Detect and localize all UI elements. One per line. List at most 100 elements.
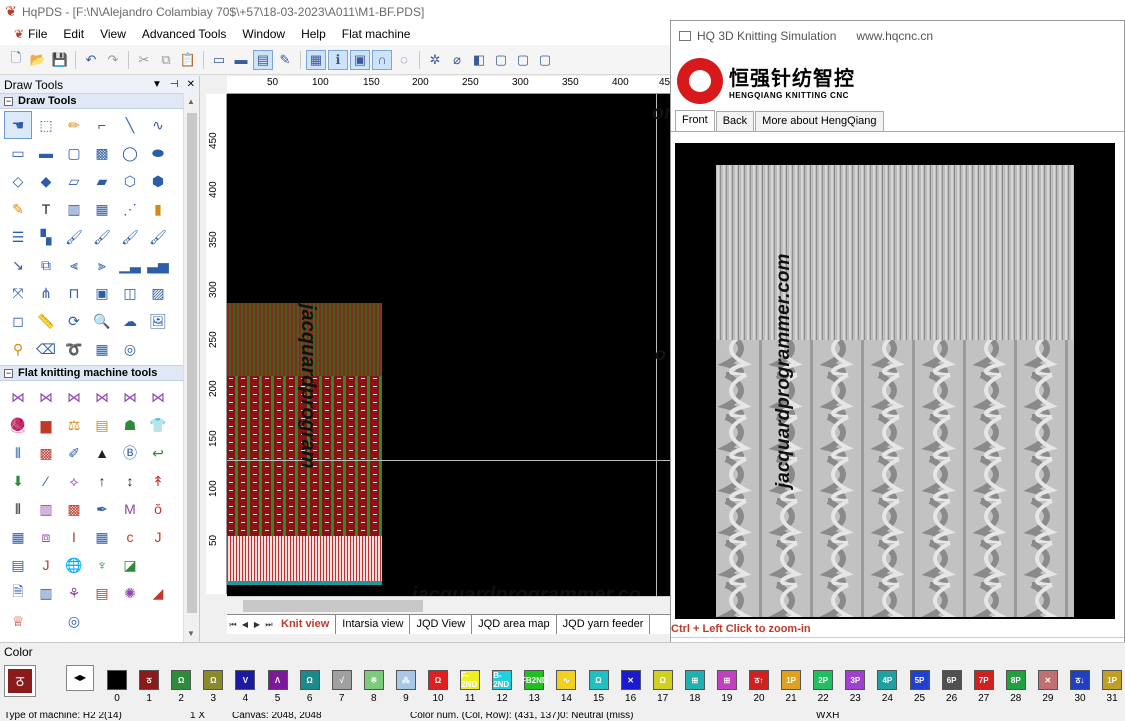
tab-back[interactable]: Back [715, 111, 755, 131]
color-exchange-icon[interactable]: ◪ [116, 551, 144, 579]
pin-tool-icon[interactable]: ŏ [144, 495, 172, 523]
brush-a-icon[interactable]: 🖌 [60, 223, 88, 251]
open-folder-icon[interactable]: 📂 [28, 50, 48, 70]
tab-intarsia-view[interactable]: Intarsia view [336, 615, 411, 634]
align-left-icon[interactable]: ⫷ [60, 251, 88, 279]
blocks-icon[interactable]: ▚ [32, 223, 60, 251]
window-icon-1[interactable]: ▢ [491, 50, 511, 70]
pen-icon[interactable]: ✏ [60, 111, 88, 139]
columns-icon[interactable]: ▥ [60, 195, 88, 223]
tab-jqd-area-map[interactable]: JQD area map [472, 615, 557, 634]
spiral-icon[interactable]: ◎ [116, 335, 144, 363]
filled-rounded-rect-icon[interactable]: ▩ [88, 139, 116, 167]
diamond-icon[interactable]: ◇ [4, 167, 32, 195]
parallelogram-icon[interactable]: ▱ [60, 167, 88, 195]
blank2-icon[interactable] [32, 607, 60, 635]
filled-ellipse-icon[interactable]: ⬬ [144, 139, 172, 167]
menu-view[interactable]: View [92, 27, 134, 41]
color-swatch[interactable]: B-2ND [492, 670, 513, 690]
pencil-icon[interactable]: ✎ [275, 50, 295, 70]
color-swatch[interactable]: F-2ND [460, 670, 481, 690]
icj-icon[interactable]: J [144, 523, 172, 551]
tab-jqd-view[interactable]: JQD View [410, 615, 473, 634]
eraser-icon[interactable]: ⌫ [32, 335, 60, 363]
align-right-icon[interactable]: ⫸ [88, 251, 116, 279]
brush-d-icon[interactable]: 🖌 [144, 223, 172, 251]
table-icon[interactable]: ▤ [4, 551, 32, 579]
window-icon-2[interactable]: ▢ [513, 50, 533, 70]
menu-window[interactable]: Window [234, 27, 293, 41]
color-swatch[interactable]: ∿ [556, 670, 577, 690]
menu-edit[interactable]: Edit [55, 27, 92, 41]
hand-icon[interactable]: ☚ [4, 111, 32, 139]
color-swatch[interactable]: Ω [171, 670, 192, 690]
rectangle-icon[interactable]: ▭ [4, 139, 32, 167]
color-swatch[interactable]: ठ↑ [749, 670, 769, 690]
color-swatch[interactable]: Ω [428, 670, 448, 690]
pin-icon[interactable]: ⊣ [170, 79, 179, 90]
polyline-icon[interactable]: ⌐ [88, 111, 116, 139]
refresh-icon[interactable]: ⟳ [60, 307, 88, 335]
line-icon[interactable]: ╲ [116, 111, 144, 139]
color-swatch[interactable]: 7P [973, 670, 994, 690]
loop-icon[interactable]: ⟡ [60, 467, 88, 495]
stitch-tool-1-icon[interactable]: ⋈ [4, 383, 32, 411]
i-beam-icon[interactable]: I [60, 523, 88, 551]
rounded-rect-icon[interactable]: ▢ [60, 139, 88, 167]
color-swatch[interactable]: V [235, 670, 256, 690]
menu-flat-machine[interactable]: Flat machine [334, 27, 419, 41]
color-swatch[interactable]: Ω [203, 670, 224, 690]
canvas-horizontal-scrollbar[interactable] [227, 596, 670, 614]
redo-icon[interactable]: ↷ [103, 50, 123, 70]
layout-icon-2[interactable]: ▬ [231, 50, 251, 70]
color-swatch[interactable]: ✕ [1037, 670, 1058, 690]
merge-icon[interactable]: ⧈ [32, 523, 60, 551]
filled-rectangle-icon[interactable]: ▬ [32, 139, 60, 167]
window-icon-3[interactable]: ▢ [535, 50, 555, 70]
frame-icon[interactable]: ⊓ [60, 279, 88, 307]
columns-knit-icon[interactable]: ⦀ [4, 495, 32, 523]
sweater-icon[interactable]: ☗ [116, 411, 144, 439]
color-swatch[interactable]: √ [331, 670, 352, 690]
transfer-icon[interactable]: ↕ [116, 467, 144, 495]
grid-icon[interactable]: ▦ [306, 49, 326, 70]
globe-icon[interactable]: 🌐 [60, 551, 88, 579]
transform-icon[interactable]: ⤧ [4, 279, 32, 307]
bucket-icon[interactable]: ▤ [88, 411, 116, 439]
icon-view-icon[interactable]: ▣ [350, 49, 370, 70]
color-swatch[interactable]: ⊞ [684, 670, 705, 690]
brush-icon[interactable]: ⌀ [447, 50, 467, 70]
stair-icon[interactable]: ◢ [144, 579, 172, 607]
knot-icon[interactable]: ⚘ [60, 579, 88, 607]
gradient-icon[interactable]: ▥ [32, 495, 60, 523]
ellipse-icon[interactable]: ◯ [116, 139, 144, 167]
window-icon[interactable]: ▣ [88, 279, 116, 307]
color-swatch[interactable]: 1P [781, 670, 802, 690]
simulation-view[interactable]: jacquardprogrammer.com [675, 143, 1115, 619]
panel-icon[interactable]: ◫ [116, 279, 144, 307]
curve-icon[interactable]: ∩ [372, 49, 392, 70]
last-tab-icon[interactable]: ⏭ [263, 620, 275, 630]
square-icon[interactable]: ◻ [4, 307, 32, 335]
filled-diamond-icon[interactable]: ◆ [32, 167, 60, 195]
color-swatch[interactable]: ⊞ [716, 670, 737, 690]
hexagon-icon[interactable]: ⬡ [116, 167, 144, 195]
icj-small-icon[interactable]: J [32, 551, 60, 579]
diagonal-dots-icon[interactable]: ⋰ [116, 195, 144, 223]
tab-front[interactable]: Front [675, 110, 715, 131]
stitch-tool-4-icon[interactable]: ⋈ [88, 383, 116, 411]
cut-icon[interactable]: ✂ [134, 50, 154, 70]
close-icon[interactable]: ✕ [187, 79, 195, 90]
wave-icon[interactable]: ∿ [144, 111, 172, 139]
star-icon[interactable]: ✲ [425, 50, 445, 70]
brush-c-icon[interactable]: 🖌 [116, 223, 144, 251]
pattern-icon[interactable]: ▩ [32, 439, 60, 467]
menu-file[interactable]: ❦ File [6, 27, 55, 41]
stripes-icon[interactable]: ▤ [88, 579, 116, 607]
bar-chart-icon[interactable]: ▁▃ [116, 251, 144, 279]
blank-icon[interactable] [144, 551, 172, 579]
prev-tab-icon[interactable]: ◀ [239, 620, 251, 629]
circle-icon[interactable]: ◎ [60, 607, 88, 635]
filled-hexagon-icon[interactable]: ⬢ [144, 167, 172, 195]
color-swatch[interactable]: ※ [363, 670, 384, 690]
